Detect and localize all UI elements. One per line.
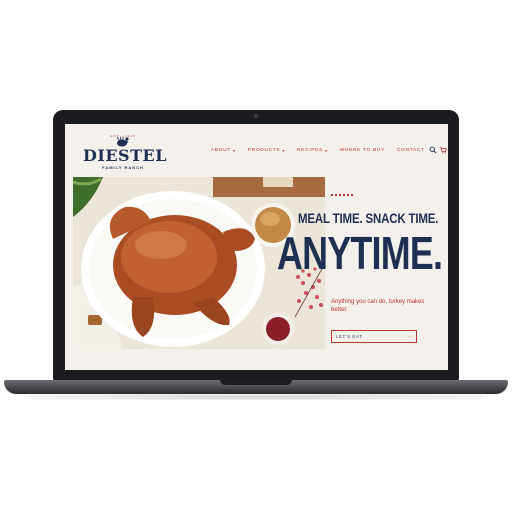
nav-item-products[interactable]: PRODUCTS ▾ xyxy=(248,148,285,153)
search-icon[interactable] xyxy=(429,146,437,154)
camera-dot xyxy=(254,114,258,118)
logo-subtitle: FAMILY RANCH xyxy=(102,165,144,170)
arrow-right-icon: → xyxy=(406,333,412,339)
laptop-base xyxy=(4,380,508,394)
hero-description: Anything you can do, turkey makes better… xyxy=(331,299,425,313)
chevron-down-icon: ▾ xyxy=(282,148,285,153)
website-screen: EST · 1949 DIESTEL FAMILY RANCH ABOUT ▾ … xyxy=(65,124,448,370)
nav-item-recipes[interactable]: RECIPES ▾ xyxy=(297,148,328,153)
cart-icon[interactable] xyxy=(439,146,447,154)
lets-eat-button[interactable]: LET'S EAT → xyxy=(331,330,417,343)
nav-label: RECIPES xyxy=(297,148,323,153)
chevron-down-icon: ▾ xyxy=(233,148,236,153)
button-label: LET'S EAT xyxy=(336,334,363,339)
nav-label: ABOUT xyxy=(211,148,232,153)
site-logo[interactable]: EST · 1949 DIESTEL FAMILY RANCH xyxy=(83,134,167,172)
hero-headline: ANYTIME. xyxy=(277,227,443,279)
laptop-notch xyxy=(220,380,292,385)
main-nav: ABOUT ▾ PRODUCTS ▾ RECIPES ▾ WHERE TO BU… xyxy=(211,148,425,153)
hero-subheadline: MEAL TIME. SNACK TIME. xyxy=(298,210,439,226)
nav-item-where-to-buy[interactable]: WHERE TO BUY xyxy=(340,148,385,153)
nav-label: CONTACT xyxy=(396,148,425,153)
logo-wordmark: DIESTEL xyxy=(83,146,167,165)
laptop-frame: EST · 1949 DIESTEL FAMILY RANCH ABOUT ▾ … xyxy=(53,110,459,382)
chevron-down-icon: ▾ xyxy=(324,148,328,153)
dotted-accent-line xyxy=(331,194,355,196)
nav-item-about[interactable]: ABOUT ▾ xyxy=(211,148,236,153)
nav-item-contact[interactable]: CONTACT xyxy=(397,148,425,153)
nav-label: WHERE TO BUY xyxy=(339,148,385,153)
nav-label: PRODUCTS xyxy=(247,148,281,153)
laptop-shadow xyxy=(30,394,482,400)
